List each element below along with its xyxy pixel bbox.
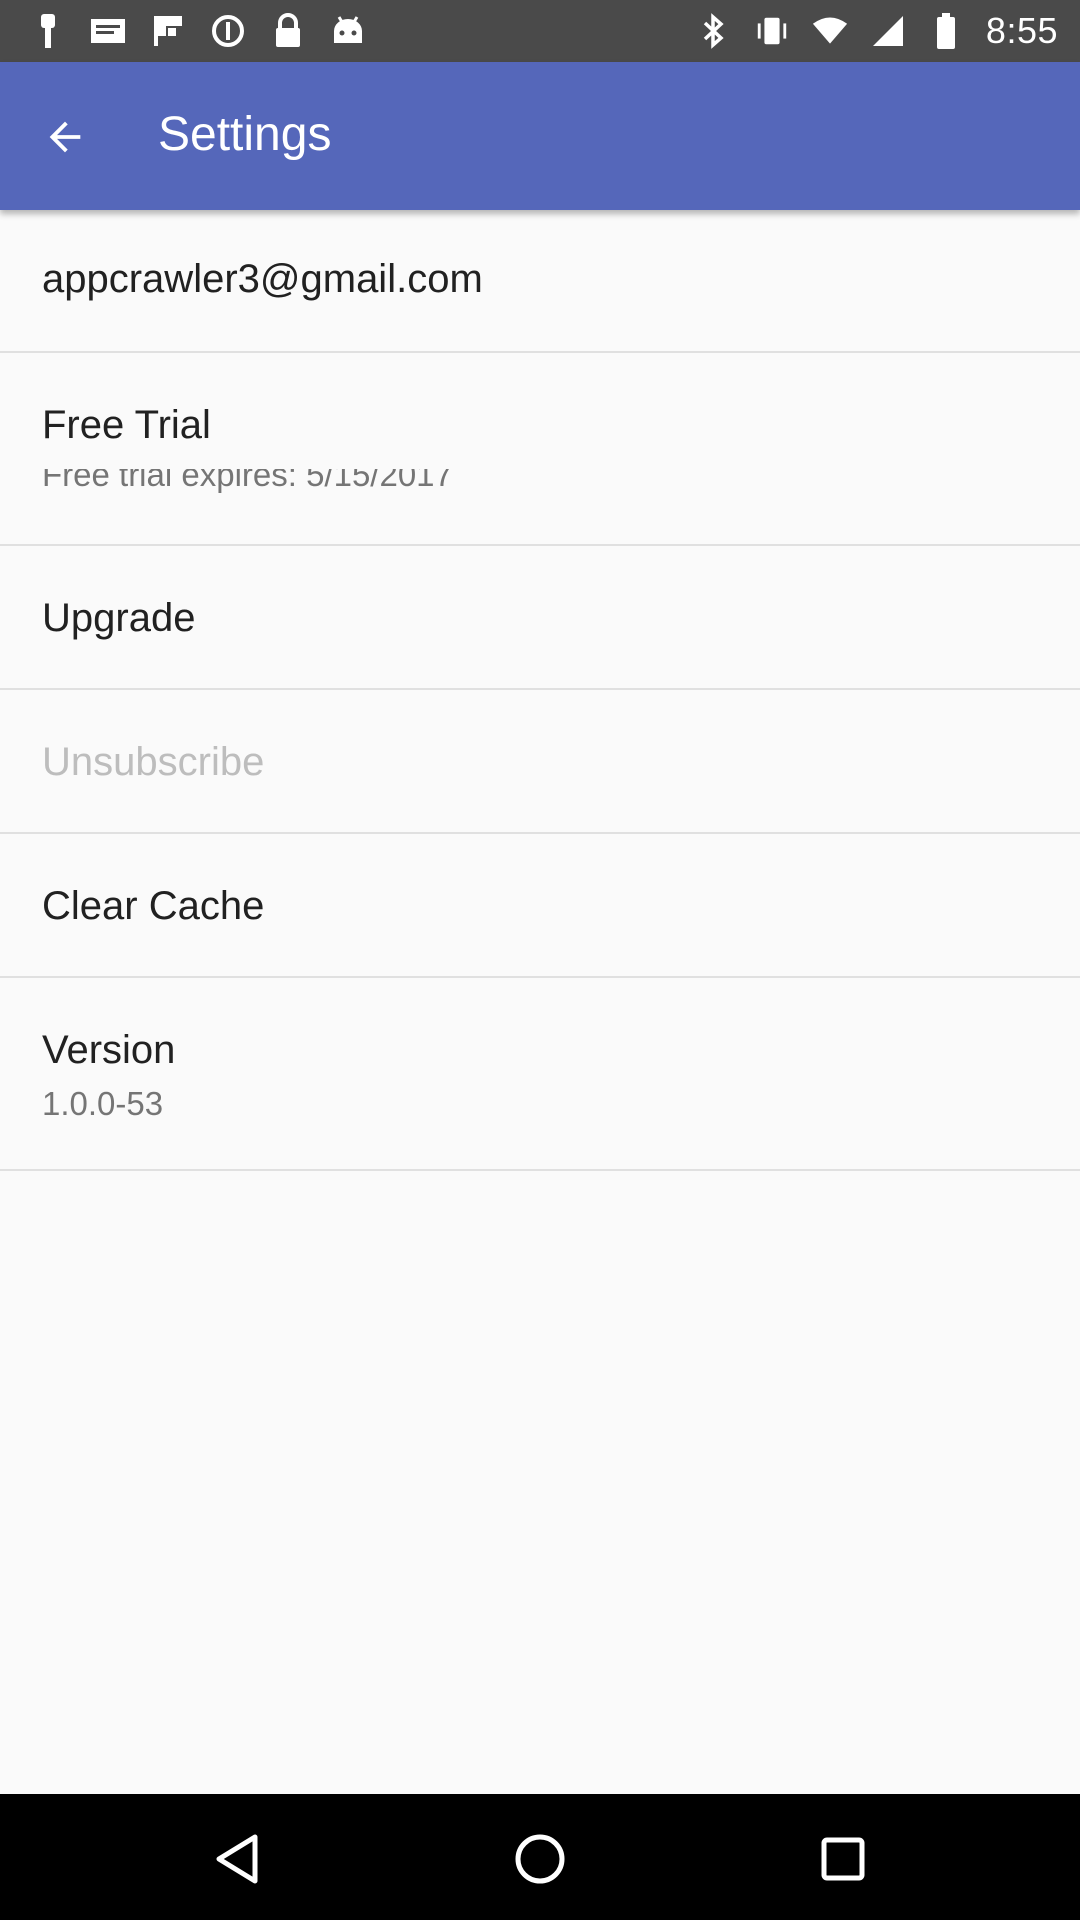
vibrate-icon bbox=[754, 13, 790, 49]
battery-icon bbox=[928, 13, 964, 49]
notification-icons bbox=[30, 10, 366, 52]
clock: 8:55 bbox=[985, 10, 1058, 51]
bluetooth-icon bbox=[696, 13, 732, 49]
version-row: Version 1.0.0-53 bbox=[0, 978, 1080, 1171]
version-title: Version bbox=[42, 1028, 176, 1072]
nav-recents-button[interactable] bbox=[808, 1824, 878, 1894]
free-trial-subtitle: Free trial expires: 5/15/2017 bbox=[42, 469, 453, 499]
navigation-bar bbox=[0, 1794, 1080, 1920]
clear-cache-title: Clear Cache bbox=[42, 884, 265, 928]
flipboard-icon bbox=[150, 13, 186, 49]
unsubscribe-title: Unsubscribe bbox=[42, 740, 265, 784]
system-icons: 8:55 bbox=[696, 10, 1058, 52]
app-bar: Settings bbox=[0, 62, 1080, 210]
unsubscribe-row: Unsubscribe bbox=[0, 690, 1080, 834]
recents-square-icon bbox=[821, 1837, 865, 1881]
upgrade-title: Upgrade bbox=[42, 596, 196, 640]
wifi-icon bbox=[812, 13, 848, 49]
android-icon bbox=[330, 13, 366, 49]
nav-back-button[interactable] bbox=[202, 1824, 272, 1894]
arrow-back-icon bbox=[49, 121, 81, 153]
back-button[interactable] bbox=[30, 102, 100, 172]
free-trial-subtitle-text: Free trial expires: 5/15/2017 bbox=[42, 469, 453, 493]
mail-icon bbox=[90, 13, 126, 49]
lock-icon bbox=[270, 13, 306, 49]
settings-list: appcrawler3@gmail.com Free Trial Free tr… bbox=[0, 210, 1080, 1171]
settings-screen: 8:55 Settings appcrawler3@gmail.com Free… bbox=[0, 0, 1080, 1920]
sync-icon bbox=[210, 13, 246, 49]
status-bar: 8:55 bbox=[0, 0, 1080, 62]
usb-icon bbox=[30, 13, 66, 49]
version-value: 1.0.0-53 bbox=[42, 1085, 164, 1122]
free-trial-row[interactable]: Free Trial Free trial expires: 5/15/2017 bbox=[0, 353, 1080, 546]
page-title: Settings bbox=[158, 108, 332, 161]
upgrade-row[interactable]: Upgrade bbox=[0, 546, 1080, 690]
nav-home-button[interactable] bbox=[505, 1824, 575, 1894]
back-triangle-icon bbox=[216, 1834, 258, 1884]
signal-icon bbox=[870, 13, 906, 49]
clear-cache-row[interactable]: Clear Cache bbox=[0, 834, 1080, 978]
account-row[interactable]: appcrawler3@gmail.com bbox=[0, 210, 1080, 353]
account-email: appcrawler3@gmail.com bbox=[42, 257, 483, 301]
home-circle-icon bbox=[515, 1834, 565, 1884]
free-trial-title: Free Trial bbox=[42, 403, 211, 447]
